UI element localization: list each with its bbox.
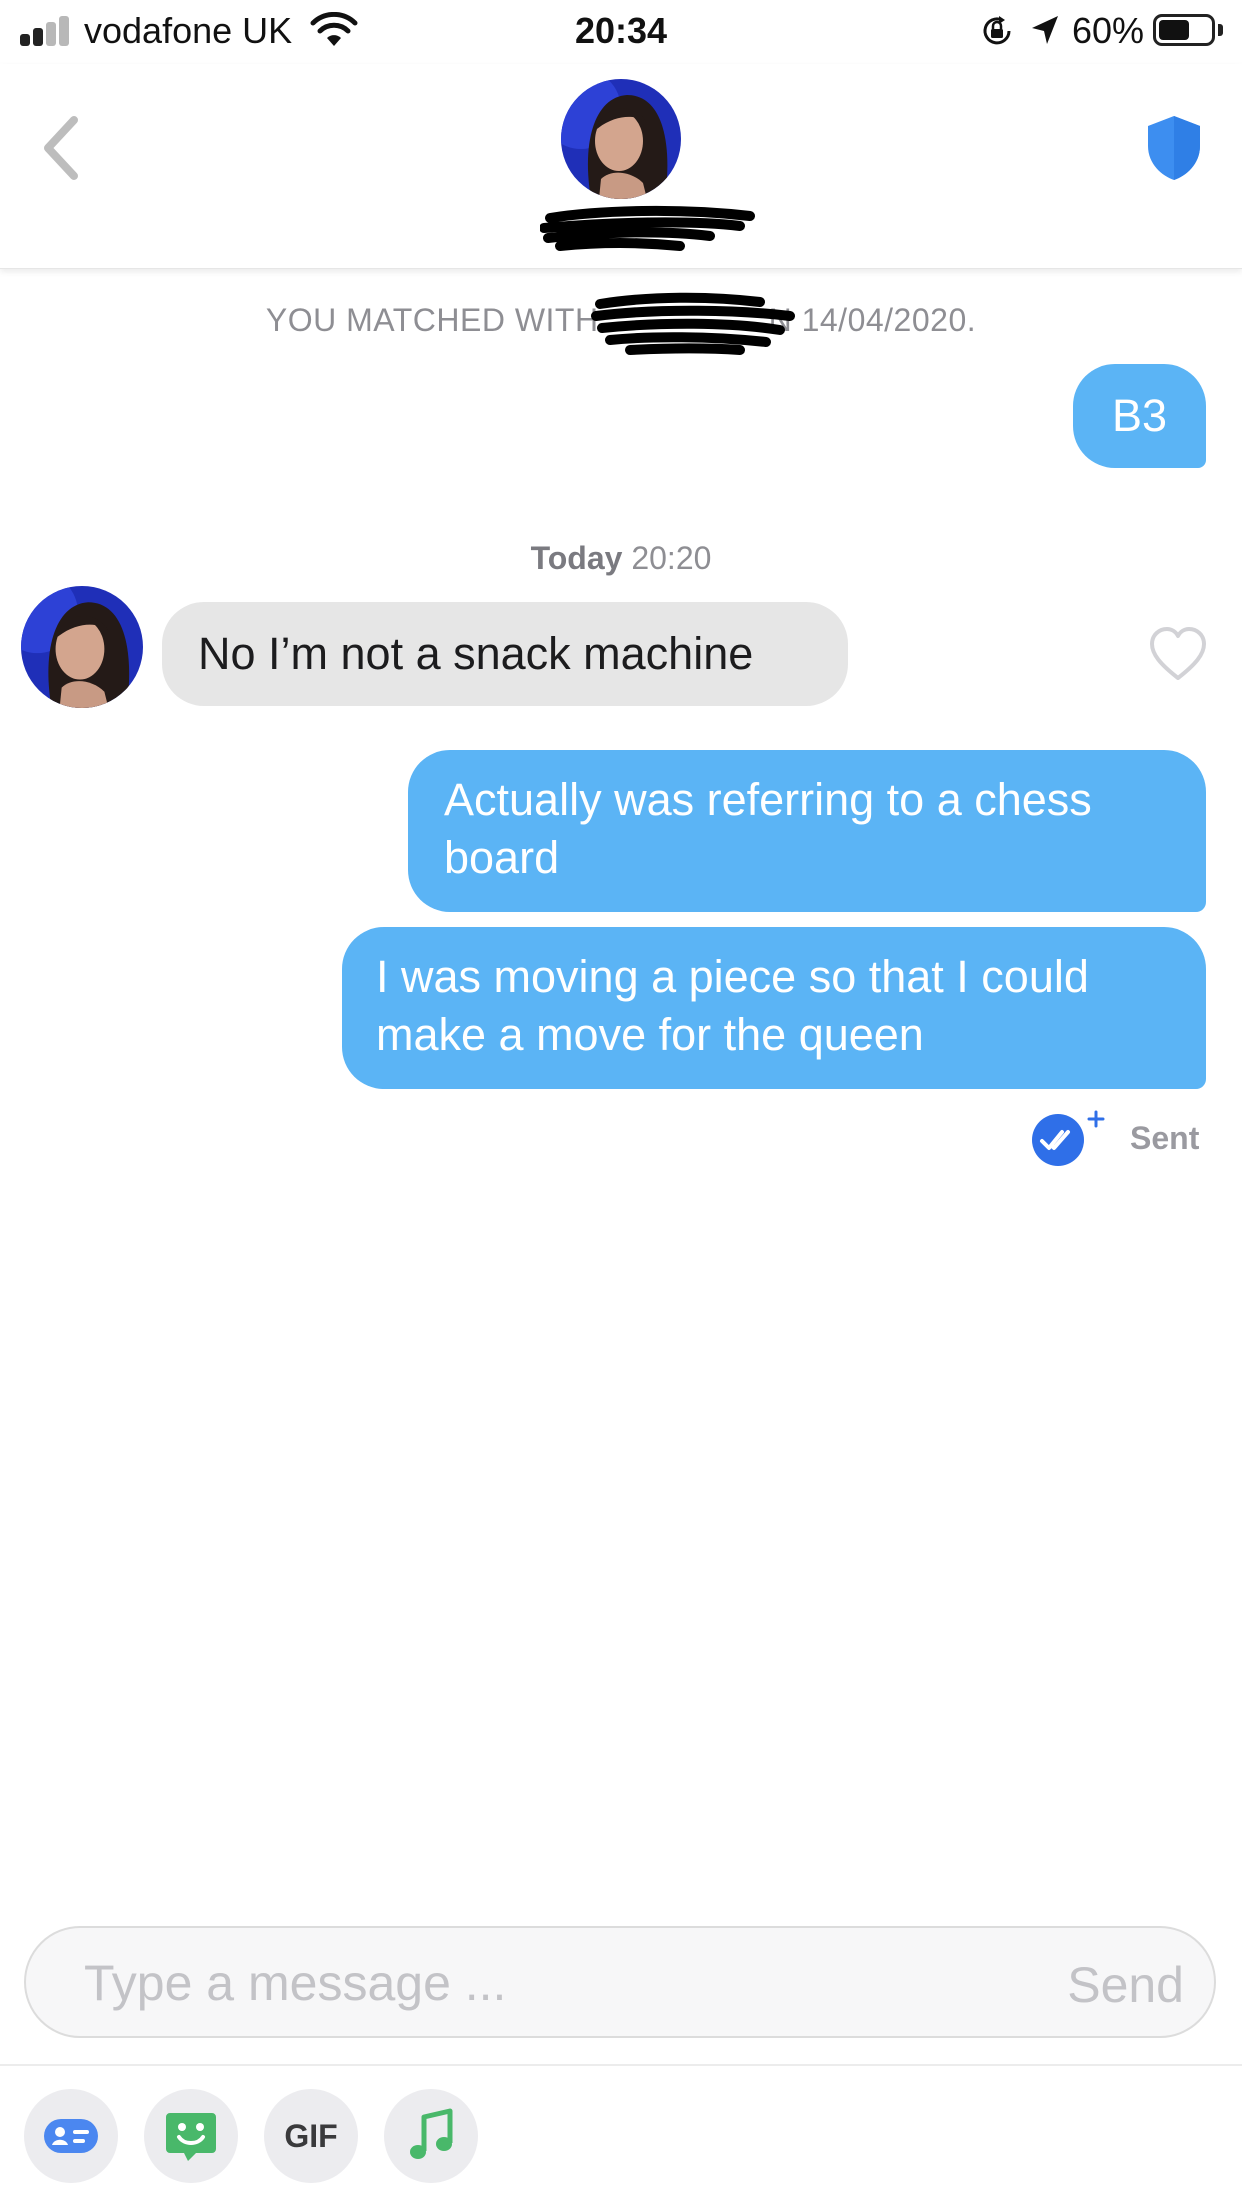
message-bubble-outgoing[interactable]: I was moving a piece so that I could mak… xyxy=(342,927,1206,1089)
contact-card-icon xyxy=(44,2119,98,2153)
sender-avatar[interactable] xyxy=(21,586,143,708)
day-time: 20:20 xyxy=(631,540,712,576)
music-icon xyxy=(410,2108,453,2159)
sticker-button[interactable] xyxy=(144,2089,238,2183)
heart-icon[interactable] xyxy=(1148,626,1208,682)
day-label: Today xyxy=(530,540,623,576)
toolbar-divider xyxy=(0,2064,1242,2066)
send-button[interactable]: Send xyxy=(1067,1956,1184,2014)
match-text-prefix: YOU MATCHED WITH xyxy=(265,302,599,338)
status-bar: vodafone UK 20:34 60% xyxy=(0,0,1242,64)
chat-header xyxy=(0,64,1242,269)
location-icon xyxy=(1032,16,1058,44)
sticker-icon xyxy=(166,2113,216,2161)
message-input[interactable] xyxy=(82,1928,986,2038)
battery-tip xyxy=(1218,24,1223,36)
match-avatar[interactable] xyxy=(561,79,681,199)
shield-icon[interactable] xyxy=(1146,114,1202,182)
chevron-left-icon[interactable] xyxy=(34,108,94,188)
redacted-name xyxy=(540,205,755,251)
music-button[interactable] xyxy=(384,2089,478,2183)
message-bubble-incoming[interactable]: No I’m not a snack machine xyxy=(162,602,848,706)
message-bubble-outgoing[interactable]: Actually was referring to a chess board xyxy=(408,750,1206,912)
battery-icon xyxy=(1153,14,1215,46)
battery-fill xyxy=(1159,20,1189,40)
read-receipt-icon[interactable] xyxy=(1030,1108,1110,1168)
redacted-match-name xyxy=(591,292,795,355)
day-timestamp: Today 20:20 xyxy=(0,540,1242,577)
gif-button[interactable]: GIF xyxy=(264,2089,358,2183)
battery-percent: 60% xyxy=(1072,10,1145,51)
message-bubble-outgoing[interactable]: B3 xyxy=(1073,364,1206,468)
message-status: Sent xyxy=(1130,1120,1200,1156)
message-composer: Send xyxy=(24,1926,1216,2038)
contact-card-button[interactable] xyxy=(24,2089,118,2183)
rotation-lock-icon xyxy=(983,16,1011,45)
